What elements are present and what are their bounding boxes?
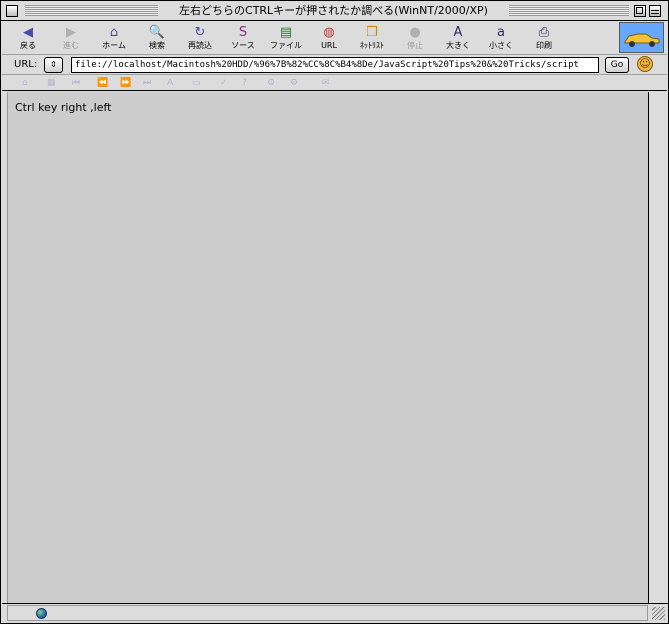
url-history-popup[interactable]: ⇕: [44, 57, 63, 73]
search-icon: 🔍: [148, 25, 166, 40]
toolbar-button-netlist[interactable]: ❒ ﾈｯﾄﾘｽﾄ: [350, 24, 394, 54]
stop-icon: ●: [409, 25, 421, 40]
mail-icon[interactable]: ✉: [322, 77, 330, 89]
url-input[interactable]: file://localhost/Macintosh%20HDD/%96%7B%…: [71, 57, 599, 73]
toolbar-button-back-arrow[interactable]: ◀ 戻る: [6, 24, 50, 54]
toolbar-button-print[interactable]: ⎙ 印刷: [522, 24, 566, 54]
toolbar-button-label: 印刷: [536, 41, 552, 50]
toolbar-button-search[interactable]: 🔍 検索: [135, 24, 179, 54]
vertical-scrollbar[interactable]: [648, 92, 668, 603]
toolbar-button-label: ファイル: [270, 41, 302, 50]
toolbar-button-globe[interactable]: ◍ URL: [307, 24, 351, 54]
page-text: Ctrl key right ,left: [15, 101, 112, 114]
forward-arrow-icon: ▶: [66, 25, 76, 40]
secondary-toolbar: ⌂ ▦ ⏮ ⏪ ⏩ ⏭ A ▭ ✓ ? ⚙ ⚙ ✉: [2, 76, 667, 91]
grid-icon[interactable]: ▦: [47, 77, 56, 89]
close-box-button[interactable]: [6, 5, 18, 17]
globe-icon: ◍: [323, 25, 335, 40]
zoom-box-button[interactable]: [634, 5, 646, 17]
home-small-icon[interactable]: ⌂: [22, 77, 28, 89]
url-label: URL:: [14, 59, 38, 70]
toolbar-button-label: ﾈｯﾄﾘｽﾄ: [360, 41, 384, 50]
toolbar-button-label: URL: [321, 41, 337, 50]
toolbar-button-stop[interactable]: ● 停止: [393, 24, 437, 54]
toolbar: ⎙ 印刷 a 小さく A 大きく ● 停止 ❒ ﾈｯﾄﾘｽﾄ ◍ URL ▤ ファイル S ソース ↻ 再読込 🔍 検…: [2, 21, 667, 55]
help-icon[interactable]: ?: [242, 77, 247, 89]
toolbar-button-label: 再読込: [188, 41, 212, 50]
page-content: Ctrl key right ,left: [7, 92, 648, 603]
browser-logo: [619, 22, 664, 53]
collapse-box-button[interactable]: [649, 5, 661, 17]
status-bar: [2, 603, 668, 623]
settings-icon[interactable]: ⚙: [267, 77, 275, 89]
toolbar-button-label: 停止: [407, 41, 423, 50]
title-bar-stripes-left: [25, 5, 158, 16]
go-button[interactable]: Go: [605, 57, 629, 73]
check-icon[interactable]: ✓: [220, 77, 228, 89]
toolbar-button-label: ソース: [231, 41, 255, 50]
next-page-icon[interactable]: ⏩: [120, 77, 131, 89]
toolbar-button-label: ホーム: [102, 41, 126, 50]
reload-icon: ↻: [194, 25, 206, 40]
up-down-arrows-icon: ⇕: [50, 60, 57, 69]
home-icon: ⌂: [109, 25, 119, 40]
toolbar-button-label: 小さく: [489, 41, 513, 50]
note-icon[interactable]: ▭: [192, 77, 201, 89]
status-field: [7, 605, 648, 621]
first-page-icon[interactable]: ⏮: [72, 77, 80, 89]
toolbar-button-font-smaller[interactable]: a 小さく: [479, 24, 523, 54]
toolbar-button-label: 進む: [63, 41, 79, 50]
car-logo-icon: [624, 33, 660, 47]
toolbar-button-font-larger[interactable]: A 大きく: [436, 24, 480, 54]
back-arrow-icon: ◀: [23, 25, 33, 40]
toolbar-button-reload[interactable]: ↻ 再読込: [178, 24, 222, 54]
netlist-icon: ❒: [366, 25, 378, 40]
resize-grip[interactable]: [652, 607, 665, 620]
browser-window: 左右どちらのCTRLキーが押されたか調べる(WinNT/2000/XP) ⎙ 印刷…: [0, 0, 669, 624]
toolbar-button-label: 戻る: [20, 41, 36, 50]
security-globe-icon: [36, 608, 47, 619]
previous-page-icon[interactable]: ⏪: [97, 77, 108, 89]
title-bar[interactable]: 左右どちらのCTRLキーが押されたか調べる(WinNT/2000/XP): [1, 1, 668, 21]
smiley-icon[interactable]: ☺: [637, 56, 653, 72]
font-larger-icon: A: [453, 25, 463, 40]
toolbar-button-home[interactable]: ⌂ ホーム: [92, 24, 136, 54]
toolbar-button-forward-arrow[interactable]: ▶ 進む: [49, 24, 93, 54]
window-title: 左右どちらのCTRLキーが押されたか調べる(WinNT/2000/XP): [158, 4, 509, 18]
toolbar-button-label: 大きく: [446, 41, 470, 50]
last-page-icon[interactable]: ⏭: [143, 77, 151, 89]
file-icon: ▤: [279, 25, 293, 40]
title-bar-stripes-right: [509, 5, 629, 16]
toolbar-button-file[interactable]: ▤ ファイル: [264, 24, 308, 54]
address-bar: URL: ⇕ file://localhost/Macintosh%20HDD/…: [2, 56, 667, 75]
font-smaller-icon: a: [497, 25, 505, 40]
font-small-icon[interactable]: A: [167, 77, 173, 89]
preferences-icon[interactable]: ⚙: [290, 77, 298, 89]
print-icon: ⎙: [538, 25, 550, 40]
toolbar-button-label: 検索: [149, 41, 165, 50]
toolbar-button-source[interactable]: S ソース: [221, 24, 265, 54]
source-icon: S: [238, 25, 248, 40]
